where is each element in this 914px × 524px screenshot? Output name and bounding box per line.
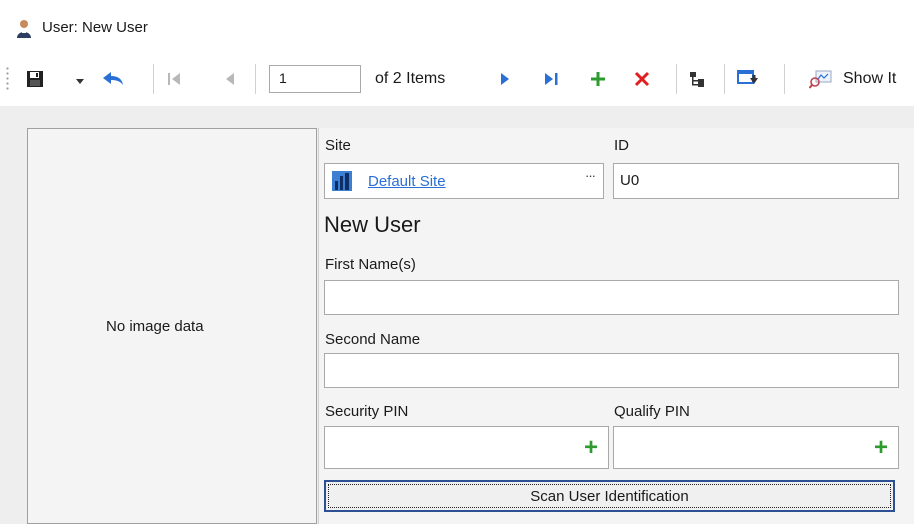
second-name-input[interactable]	[324, 353, 899, 388]
export-button[interactable]	[733, 56, 763, 106]
show-button-icon-wrap[interactable]	[806, 56, 836, 106]
user-icon	[14, 19, 34, 39]
id-field[interactable]: U0	[613, 163, 899, 199]
toolbar-separator	[784, 64, 785, 94]
toolbar-separator	[724, 64, 725, 94]
qualify-pin-field[interactable]: +	[613, 426, 899, 469]
toolbar-grip[interactable]	[6, 66, 9, 92]
second-name-label: Second Name	[325, 331, 421, 348]
delete-button[interactable]	[630, 56, 654, 106]
qualify-pin-label: Qualify PIN	[614, 403, 690, 420]
last-record-button[interactable]	[540, 56, 564, 106]
toolbar-separator	[255, 64, 256, 94]
last-record-icon	[544, 71, 560, 91]
security-pin-label: Security PIN	[325, 403, 409, 420]
site-browse-button[interactable]: ···	[585, 168, 596, 183]
add-button[interactable]	[586, 56, 610, 106]
id-label: ID	[614, 137, 629, 154]
next-record-icon	[499, 71, 511, 91]
save-icon	[25, 69, 45, 93]
delete-icon	[634, 71, 650, 91]
add-qualify-pin-icon[interactable]: +	[874, 436, 888, 460]
undo-button[interactable]	[98, 56, 128, 106]
site-icon	[332, 171, 352, 195]
security-pin-field[interactable]: +	[324, 426, 609, 469]
undo-icon	[101, 69, 125, 93]
hierarchy-icon	[688, 70, 706, 92]
item-count-label: of 2 Items	[375, 70, 446, 87]
site-label: Site	[325, 137, 351, 154]
save-button[interactable]	[22, 56, 48, 106]
save-dropdown-button[interactable]	[72, 56, 88, 106]
previous-record-icon	[224, 71, 236, 91]
next-record-button[interactable]	[494, 56, 516, 106]
first-record-icon	[167, 71, 181, 91]
first-name-label: First Name(s)	[325, 256, 416, 273]
magnifier-icon	[808, 69, 833, 93]
first-name-input[interactable]	[324, 280, 899, 315]
form-heading: New User	[324, 212, 421, 237]
add-security-pin-icon[interactable]: +	[584, 436, 598, 460]
window-title: User: New User	[42, 19, 148, 36]
no-image-label: No image data	[106, 318, 204, 335]
add-icon	[589, 70, 607, 92]
scan-user-identification-button[interactable]: Scan User Identification	[324, 480, 895, 512]
site-field[interactable]: Default Site ···	[324, 163, 604, 199]
site-link[interactable]: Default Site	[368, 173, 446, 190]
dropdown-arrow-icon	[75, 73, 85, 90]
toolbar-separator	[676, 64, 677, 94]
previous-record-button[interactable]	[219, 56, 241, 106]
export-icon	[737, 69, 759, 93]
first-record-button[interactable]	[163, 56, 185, 106]
toolbar-separator	[153, 64, 154, 94]
toolbar	[0, 56, 914, 106]
record-position-input[interactable]: 1	[269, 65, 361, 93]
hierarchy-button[interactable]	[684, 56, 710, 106]
show-items-button-label[interactable]: Show It	[843, 70, 896, 88]
